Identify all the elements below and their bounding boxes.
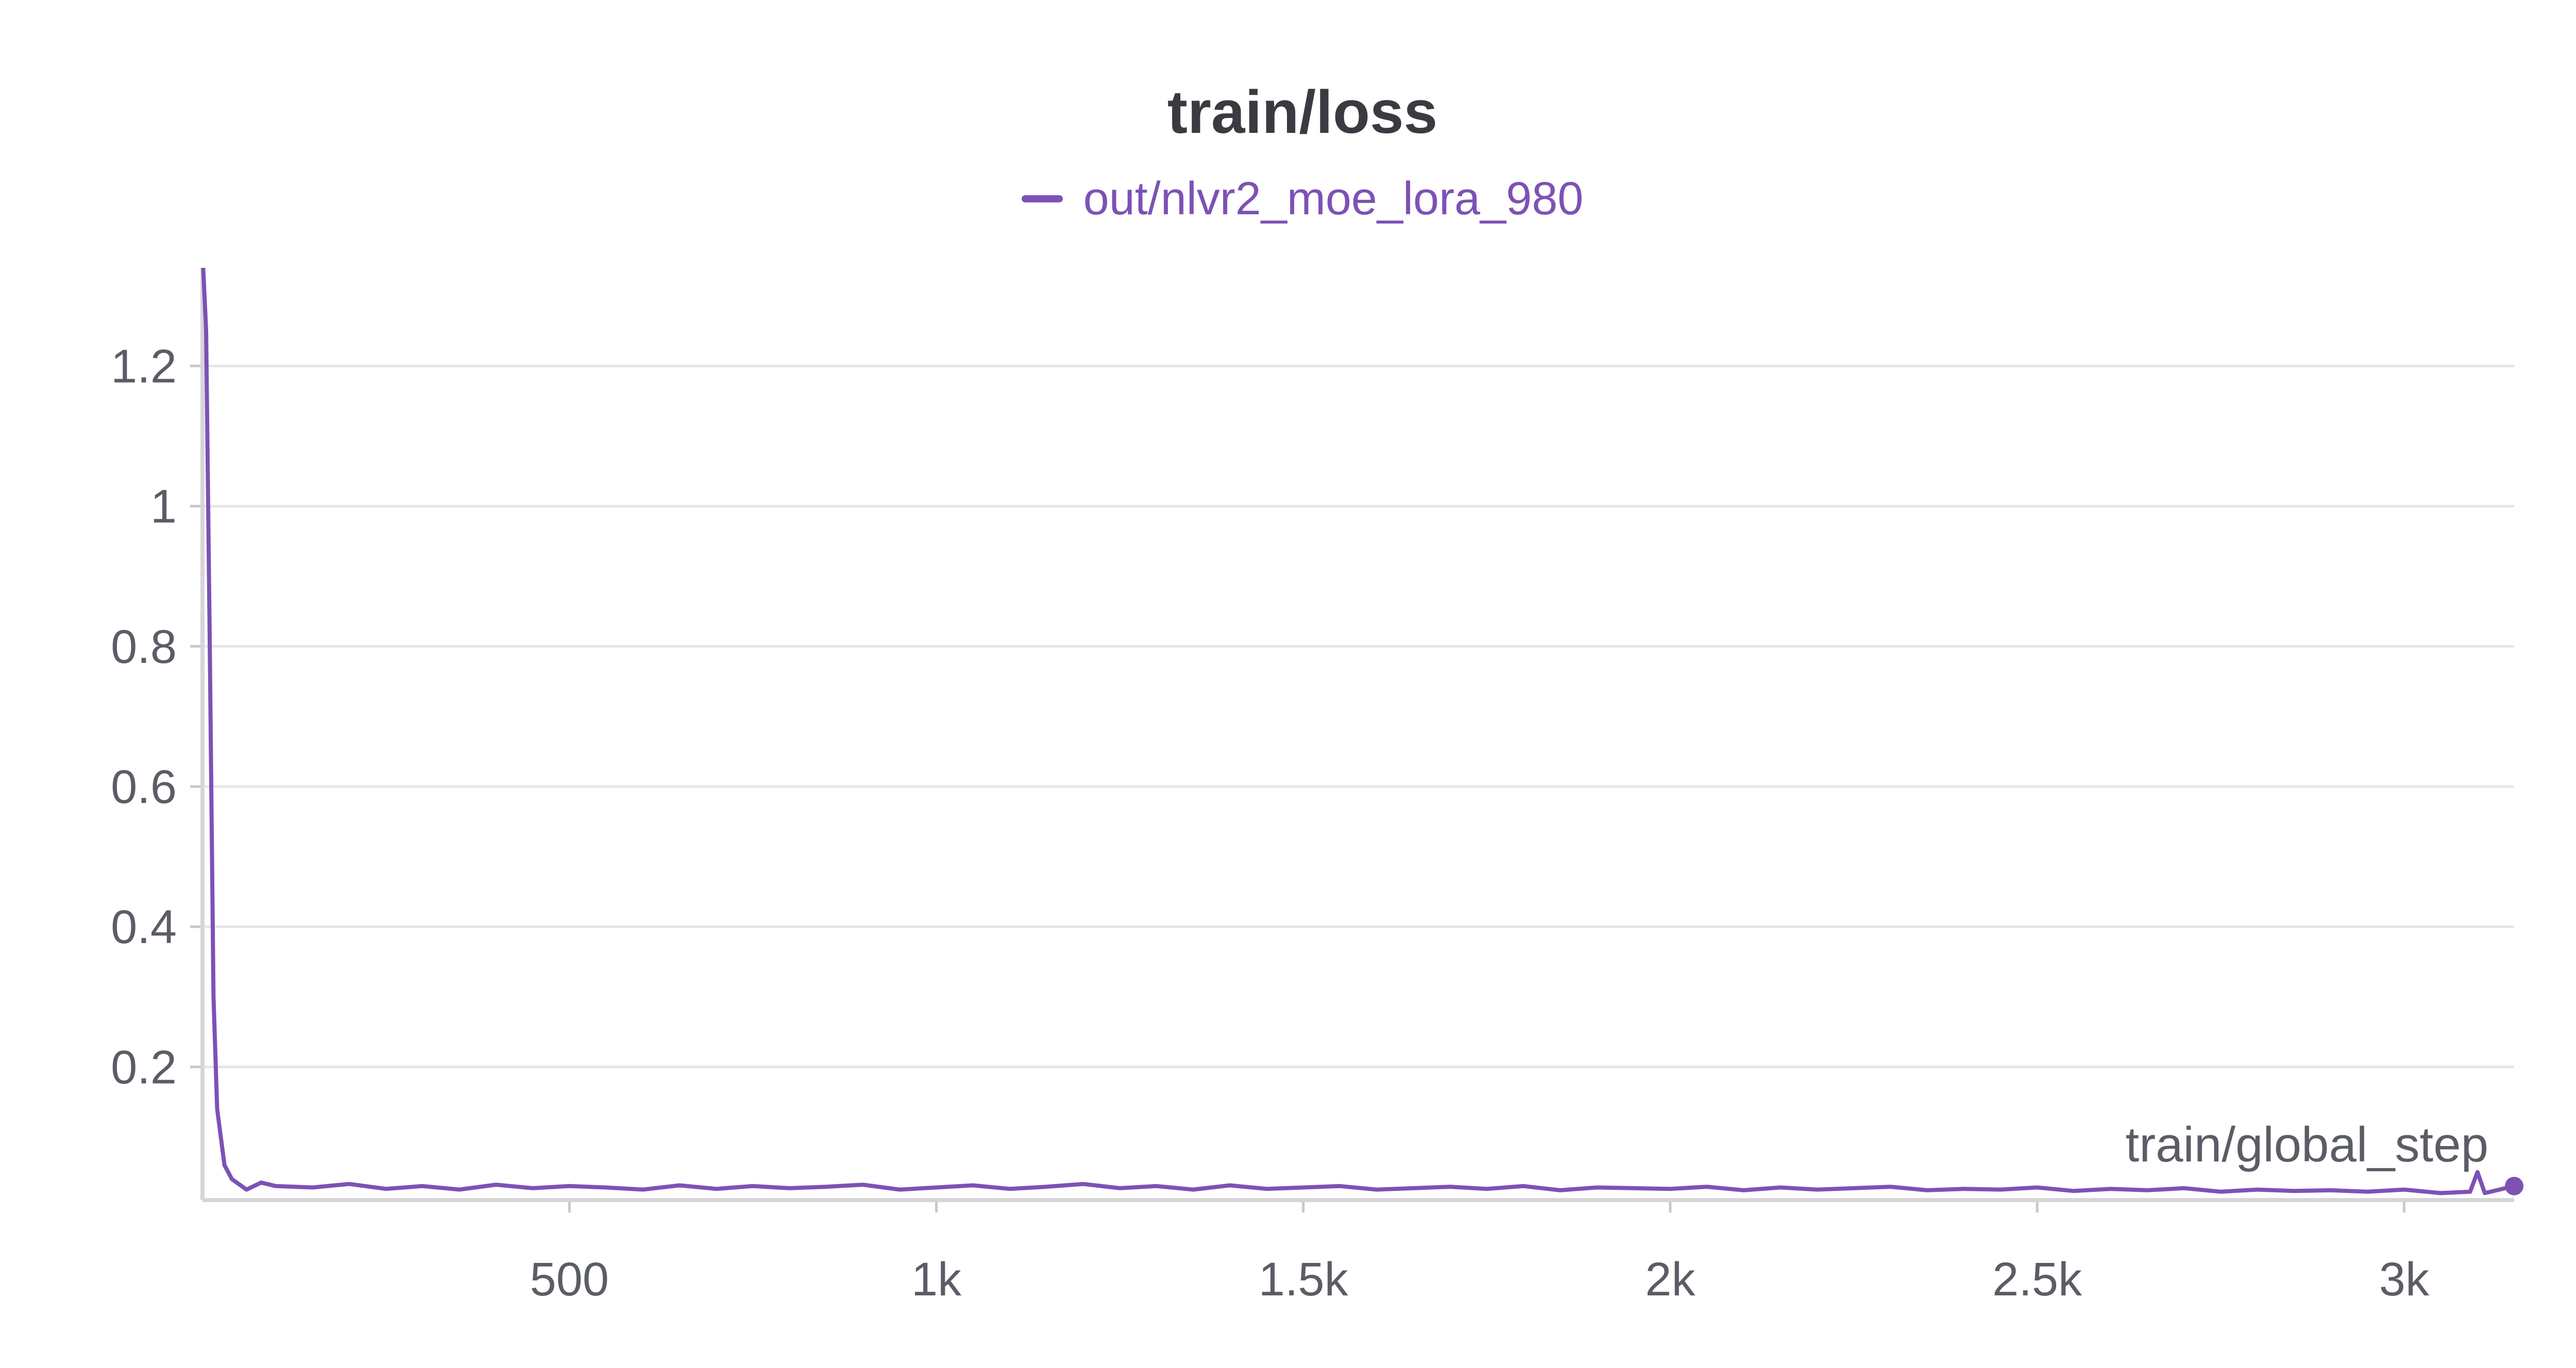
y-tick-label: 0.8 <box>111 621 177 673</box>
x-tick-label: 1.5k <box>1259 1253 1349 1306</box>
y-tick-label: 0.6 <box>111 761 177 813</box>
x-tick-label: 2.5k <box>1992 1253 2082 1306</box>
x-tick-label: 2k <box>1645 1253 1696 1306</box>
x-axis-ticks: 500 1k 1.5k 2k 2.5k 3k <box>530 1200 2430 1306</box>
plot-area[interactable]: 0.2 0.4 0.6 0.8 1 1.2 500 1k 1.5k 2k 2.5k 3k train… <box>0 0 2576 1368</box>
y-tick-label: 1.2 <box>111 340 177 393</box>
series-end-point <box>2505 1176 2523 1195</box>
y-axis-ticks: 0.2 0.4 0.6 0.8 1 1.2 <box>111 340 202 1093</box>
y-tick-label: 0.4 <box>111 901 177 953</box>
y-tick-label: 0.2 <box>111 1041 177 1093</box>
x-tick-label: 500 <box>530 1253 609 1306</box>
x-tick-label: 3k <box>2379 1253 2430 1306</box>
series-line <box>201 267 2515 1195</box>
chart: train/loss out/nlvr2_moe_lora_980 0.2 0.4… <box>0 0 2576 1368</box>
grid-lines <box>202 365 2514 1068</box>
x-axis-label: train/global_step <box>2126 1117 2488 1172</box>
x-tick-label: 1k <box>911 1253 962 1306</box>
y-tick-label: 1 <box>150 481 177 533</box>
